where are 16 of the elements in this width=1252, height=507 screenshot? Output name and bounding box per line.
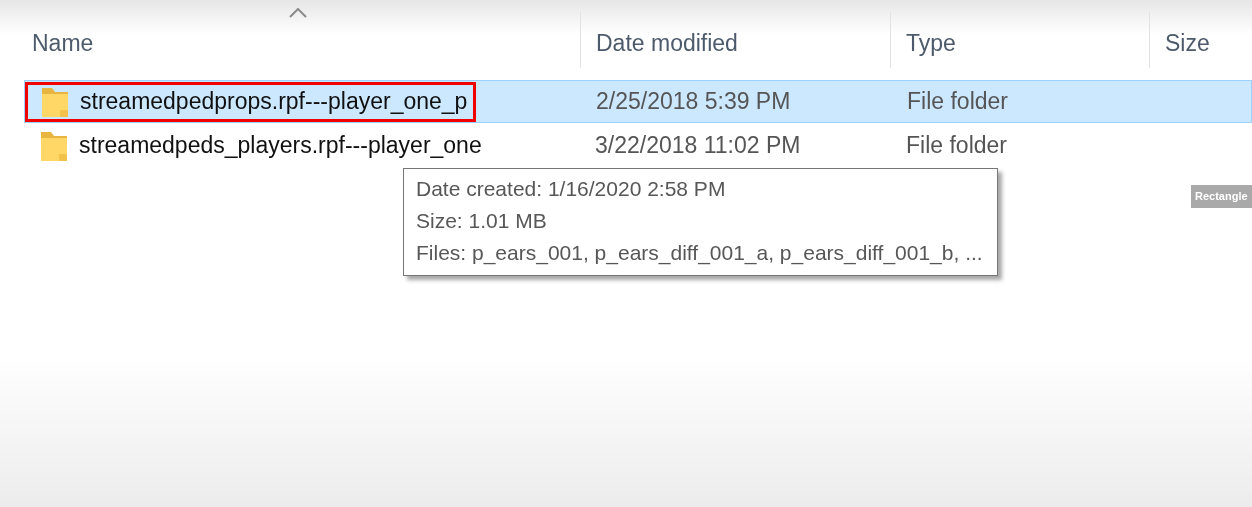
date-modified: 3/22/2018 11:02 PM: [594, 131, 802, 161]
tooltip-line: Size: 1.01 MB: [416, 208, 548, 234]
column-header[interactable]: Name: [0, 12, 581, 68]
tooltip-line: Files: p_ears_001, p_ears_diff_001_a, p_ears_diff_001_b, ...: [416, 240, 983, 267]
file-name: streamedpedprops.rpf---player_one_p: [80, 87, 468, 117]
date-modified: 2/25/2018 5:39 PM: [595, 87, 792, 117]
file-name: streamedpeds_players.rpf---player_one: [79, 131, 482, 161]
file-type: File folder: [905, 131, 1008, 161]
overlay-label: Rectangle: [1191, 185, 1252, 208]
file-row[interactable]: streamedpedprops.rpf---player_one_p 2/25/2018 5:39 PM File folder: [24, 80, 1252, 123]
file-row[interactable]: streamedpeds_players.rpf---player_one 3/22/2018 11:02 PM File folder: [24, 124, 1252, 167]
file-type: File folder: [906, 87, 1009, 117]
column-header[interactable]: Date modified: [581, 12, 891, 68]
column-header[interactable]: Type: [891, 12, 1150, 68]
column-header[interactable]: Size: [1150, 12, 1252, 68]
tooltip-line: Date created: 1/16/2020 2:58 PM: [416, 176, 727, 202]
